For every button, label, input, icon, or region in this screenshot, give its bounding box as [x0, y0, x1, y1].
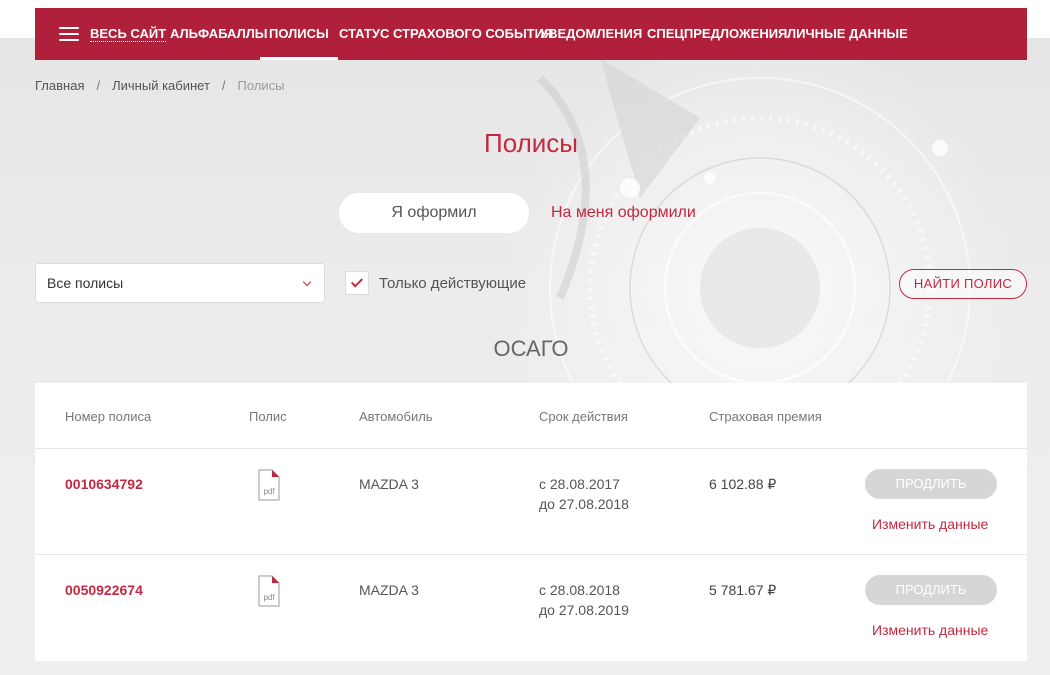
table-row: 0050922674 pdf MAZDA 3 с 28.08.2018 до 2…: [35, 555, 1027, 661]
header-period: Срок действия: [539, 409, 628, 424]
menu-icon[interactable]: [59, 27, 79, 41]
pdf-file-icon[interactable]: pdf: [258, 469, 280, 501]
period-from: с 28.08.2017: [539, 476, 620, 492]
breadcrumb-current: Полисы: [237, 78, 285, 93]
nav-item-claim-status[interactable]: СТАТУС СТРАХОВОГО СОБЫТИЯ: [339, 8, 553, 60]
nav-item-alfaballs[interactable]: АЛЬФАБАЛЛЫ: [170, 8, 268, 60]
period-to: до 27.08.2019: [539, 602, 629, 618]
renew-button[interactable]: ПРОДЛИТЬ: [865, 469, 997, 499]
insurance-premium: 6 102.88 ₽: [709, 476, 777, 492]
tab-issued-by-me[interactable]: Я оформил: [339, 193, 529, 233]
header-premium: Страховая премия: [709, 409, 822, 424]
find-policy-button[interactable]: НАЙТИ ПОЛИС: [899, 269, 1027, 299]
insurance-premium: 5 781.67 ₽: [709, 582, 777, 598]
only-active-label[interactable]: Только действующие: [379, 275, 526, 292]
nav-item-special-offers[interactable]: СПЕЦПРЕДЛОЖЕНИЯ: [647, 8, 787, 60]
car-model: MAZDA 3: [359, 582, 419, 598]
policies-table: Номер полиса Полис Автомобиль Срок дейст…: [35, 383, 1027, 661]
policy-number-link[interactable]: 0050922674: [65, 582, 143, 598]
policy-number-link[interactable]: 0010634792: [65, 476, 143, 492]
policy-type-select-value: Все полисы: [47, 275, 124, 291]
svg-text:pdf: pdf: [263, 487, 275, 496]
breadcrumb-separator: /: [221, 78, 226, 93]
change-data-link[interactable]: Изменить данные: [872, 622, 988, 638]
change-data-link[interactable]: Изменить данные: [872, 516, 988, 532]
top-navigation-bar: ВЕСЬ САЙТ АЛЬФАБАЛЛЫ ПОЛИСЫ СТАТУС СТРАХ…: [35, 8, 1027, 60]
header-car: Автомобиль: [359, 409, 433, 424]
table-row: 0010634792 pdf MAZDA 3 с 28.08.2017 до 2…: [35, 449, 1027, 555]
checkmark-icon: [350, 275, 364, 288]
nav-item-policies[interactable]: ПОЛИСЫ: [260, 8, 338, 60]
only-active-checkbox[interactable]: [345, 271, 369, 295]
breadcrumb-account[interactable]: Личный кабинет: [112, 78, 210, 93]
section-title-osago: ОСАГО: [493, 336, 569, 361]
nav-item-personal-data[interactable]: ЛИЧНЫЕ ДАННЫЕ: [787, 8, 908, 60]
page-title: Полисы: [484, 128, 578, 158]
svg-text:pdf: pdf: [263, 593, 275, 602]
breadcrumb-home[interactable]: Главная: [35, 78, 84, 93]
nav-item-notifications[interactable]: УВЕДОМЛЕНИЯ: [540, 8, 642, 60]
chevron-down-icon: [302, 277, 312, 287]
validity-period: с 28.08.2018 до 27.08.2019: [539, 580, 629, 620]
breadcrumb-separator: /: [96, 78, 101, 93]
nav-item-whole-site[interactable]: ВЕСЬ САЙТ: [90, 8, 167, 60]
header-policy: Полис: [249, 409, 287, 424]
policy-type-select[interactable]: Все полисы: [35, 263, 325, 303]
car-model: MAZDA 3: [359, 476, 419, 492]
validity-period: с 28.08.2017 до 27.08.2018: [539, 474, 629, 514]
breadcrumb: Главная / Личный кабинет / Полисы: [35, 78, 285, 93]
header-policy-number: Номер полиса: [65, 409, 152, 424]
tab-issued-to-me[interactable]: На меня оформили: [551, 193, 696, 233]
table-header: Номер полиса Полис Автомобиль Срок дейст…: [35, 383, 1027, 449]
period-from: с 28.08.2018: [539, 582, 620, 598]
pdf-file-icon[interactable]: pdf: [258, 575, 280, 607]
period-to: до 27.08.2018: [539, 496, 629, 512]
renew-button[interactable]: ПРОДЛИТЬ: [865, 575, 997, 605]
